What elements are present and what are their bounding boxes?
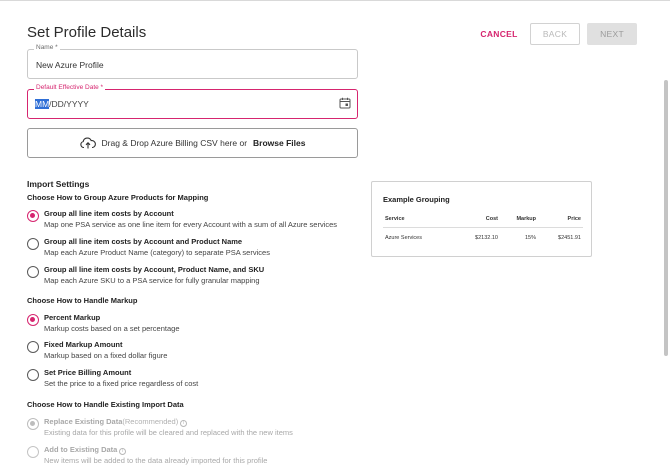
import-settings-title: Import Settings: [27, 179, 90, 189]
column-header-markup: Markup: [516, 216, 536, 222]
grouping-option-account[interactable]: Group all line item costs by Account Map…: [27, 209, 367, 233]
existing-option-label-text: Replace Existing Data: [44, 417, 123, 426]
name-field-value[interactable]: New Azure Profile: [36, 60, 104, 70]
recommended-hint: (Recommended): [122, 417, 179, 426]
markup-radio-percent[interactable]: [27, 314, 39, 326]
markup-title: Choose How to Handle Markup: [27, 296, 138, 305]
existing-option-desc: Existing data for this profile will be c…: [44, 428, 293, 437]
existing-option-add[interactable]: Add to Existing Data i New items will be …: [27, 445, 367, 466]
markup-option-label: Set Price Billing Amount: [44, 368, 132, 377]
grouping-option-desc: Map one PSA service as one line item for…: [44, 220, 338, 229]
page-header: Set Profile Details CANCEL BACK NEXT: [27, 23, 639, 48]
csv-dropzone[interactable]: Drag & Drop Azure Billing CSV here or Br…: [27, 128, 358, 158]
info-icon[interactable]: i: [180, 420, 188, 427]
grouping-radio-account-product-sku[interactable]: [27, 266, 39, 278]
markup-option-set-price[interactable]: Set Price Billing Amount Set the price t…: [27, 368, 367, 392]
example-grouping-title: Example Grouping: [383, 195, 450, 204]
cell-markup: 15%: [524, 235, 536, 241]
date-month-segment[interactable]: MM: [35, 99, 50, 109]
next-button[interactable]: NEXT: [587, 23, 637, 45]
cell-price: $2451.91: [558, 235, 581, 241]
table-divider: [383, 227, 583, 228]
column-header-cost: Cost: [485, 216, 498, 222]
markup-option-percent[interactable]: Percent Markup Markup costs based on a s…: [27, 313, 367, 337]
grouping-title: Choose How to Group Azure Products for M…: [27, 193, 209, 202]
back-button[interactable]: BACK: [530, 23, 580, 45]
existing-option-replace[interactable]: Replace Existing Data(Recommended) i Exis…: [27, 417, 367, 441]
grouping-option-label: Group all line item costs by Account: [44, 209, 174, 218]
vertical-scrollbar[interactable]: [664, 80, 668, 356]
existing-option-label: Replace Existing Data(Recommended) i: [44, 417, 188, 427]
cell-service: Azure Services: [385, 235, 422, 241]
markup-option-label: Fixed Markup Amount: [44, 340, 123, 349]
grouping-option-desc: Map each Azure Product Name (category) t…: [44, 248, 270, 257]
cell-cost: $2132.10: [475, 235, 498, 241]
effective-date-field[interactable]: Default Effective Date * MM/DD/YYYY: [27, 84, 358, 119]
markup-radio-fixed[interactable]: [27, 341, 39, 353]
column-header-price: Price: [567, 216, 581, 222]
grouping-radio-account-product[interactable]: [27, 238, 39, 250]
info-icon[interactable]: i: [119, 448, 127, 455]
page-title: Set Profile Details: [27, 24, 147, 41]
calendar-icon[interactable]: [339, 97, 351, 109]
existing-radio-replace[interactable]: [27, 418, 39, 430]
markup-option-label: Percent Markup: [44, 313, 101, 322]
date-rest-segment[interactable]: /DD/YYYY: [49, 99, 89, 109]
grouping-option-label: Group all line item costs by Account, Pr…: [44, 265, 265, 274]
existing-radio-add[interactable]: [27, 446, 39, 458]
browse-files-link[interactable]: Browse Files: [253, 138, 305, 148]
column-header-service: Service: [385, 216, 405, 222]
example-grouping-card: Example Grouping Service Cost Markup Pri…: [371, 181, 592, 257]
existing-data-title: Choose How to Handle Existing Import Dat…: [27, 400, 184, 409]
grouping-option-account-product[interactable]: Group all line item costs by Account and…: [27, 237, 367, 261]
markup-option-desc: Set the price to a fixed price regardles…: [44, 379, 199, 388]
name-field[interactable]: Name * New Azure Profile: [27, 44, 358, 79]
cancel-button[interactable]: CANCEL: [474, 23, 524, 45]
effective-date-label: Default Effective Date *: [34, 84, 106, 91]
grouping-option-desc: Map each Azure SKU to a PSA service for …: [44, 276, 260, 285]
top-divider: [0, 0, 670, 1]
grouping-radio-account[interactable]: [27, 210, 39, 222]
existing-option-label-text: Add to Existing Data: [44, 445, 118, 454]
existing-option-label: Add to Existing Data i: [44, 445, 127, 455]
existing-option-desc: New items will be added to the data alre…: [44, 456, 268, 465]
cloud-upload-icon: [79, 137, 96, 149]
markup-radio-set-price[interactable]: [27, 369, 39, 381]
grouping-option-label: Group all line item costs by Account and…: [44, 237, 243, 246]
markup-option-desc: Markup costs based on a set percentage: [44, 324, 180, 333]
name-field-label: Name *: [34, 44, 60, 51]
markup-option-fixed[interactable]: Fixed Markup Amount Markup based on a fi…: [27, 340, 367, 364]
effective-date-value[interactable]: MM/DD/YYYY: [35, 99, 89, 109]
markup-option-desc: Markup based on a fixed dollar figure: [44, 351, 168, 360]
dropzone-text: Drag & Drop Azure Billing CSV here or: [101, 138, 248, 148]
grouping-option-account-product-sku[interactable]: Group all line item costs by Account, Pr…: [27, 265, 367, 289]
